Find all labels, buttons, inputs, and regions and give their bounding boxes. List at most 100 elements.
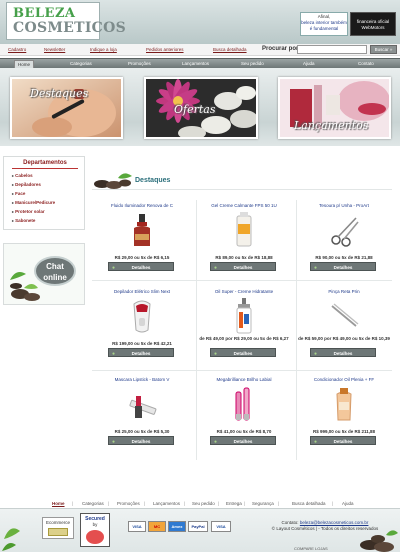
product-name[interactable]: Gel Creme Calmante FPS 50 1U xyxy=(196,203,292,208)
seal-graphic xyxy=(48,528,68,536)
promo-banner-webmotors[interactable]: financeira oficial WebMotors xyxy=(350,12,396,36)
contact-email-link[interactable]: beleza@belezacosmeticos.com.br xyxy=(300,520,369,525)
details-button[interactable]: ● Detalhes xyxy=(210,348,276,357)
dept-item-manicure[interactable]: Manicure/Pedicure xyxy=(12,200,55,205)
details-label: Detalhes xyxy=(131,351,151,356)
product-image-lipstick[interactable] xyxy=(122,384,162,424)
cart-icon: ● xyxy=(112,265,116,271)
footer-link-ajuda[interactable]: Ajuda xyxy=(342,501,354,506)
footer-link-seu-pedido[interactable]: Seu pedido xyxy=(192,501,215,506)
product-image-conditioner[interactable] xyxy=(324,384,364,424)
footer-separator: | xyxy=(244,501,246,506)
nav-seu-pedido[interactable]: Seu pedido xyxy=(241,61,264,66)
footer-separator: | xyxy=(278,501,280,506)
logo-text-bottom: COSMETICOS xyxy=(13,20,127,36)
product-price: de R$ 59,00 por R$ 49,00 ou 5x de R$ 10,… xyxy=(298,336,390,341)
site-header: BELEZA COSMETICOS Afinal, beleza interio… xyxy=(0,0,400,44)
product-name[interactable]: Tesoura p/ Unha - ProArt xyxy=(296,203,392,208)
product-image-scissors[interactable] xyxy=(324,210,364,250)
nav-promocoes[interactable]: Promoções xyxy=(128,61,151,66)
product-name[interactable]: Mascara Lipstick - Batom V xyxy=(94,377,190,382)
nav-ajuda[interactable]: Ajuda xyxy=(303,61,315,66)
details-button[interactable]: ● Detalhes xyxy=(310,348,376,357)
link-busca-detalhada[interactable]: Busca detalhada xyxy=(213,47,247,52)
product-price: R$ 29,00 ou 5x de R$ 6,15 xyxy=(114,255,170,260)
details-button[interactable]: ● Detalhes xyxy=(108,348,174,357)
product-image-pump-bottle[interactable] xyxy=(224,296,264,336)
footer-link-categorias[interactable]: Categorias xyxy=(82,501,104,506)
details-label: Detalhes xyxy=(233,439,253,444)
chat-online-box[interactable]: Chat online xyxy=(3,243,85,305)
product-name[interactable]: Fluido Iluminador Renova de C xyxy=(94,203,190,208)
dept-item-depiladores[interactable]: Depiladores xyxy=(12,182,41,187)
details-label: Detalhes xyxy=(233,265,253,270)
product-image-lip-gloss[interactable] xyxy=(224,384,264,424)
dept-item-face[interactable]: Face xyxy=(12,191,25,196)
product-name[interactable]: Pinça Reta Prin xyxy=(296,289,392,294)
mastercard-icon: MC xyxy=(148,521,166,532)
security-seal[interactable]: Secured by xyxy=(80,513,110,547)
store-logo[interactable]: BELEZA COSMETICOS xyxy=(6,2,126,40)
link-newsletter[interactable]: Newsletter xyxy=(44,47,65,52)
link-pedidos[interactable]: Pedidos anteriores xyxy=(146,47,184,52)
promo-banner-beauty[interactable]: Afinal, beleza interior também é fundame… xyxy=(300,12,348,36)
link-indique[interactable]: Indique a loja xyxy=(90,47,117,52)
paypal-icon: PayPal xyxy=(188,521,208,532)
footer-link-home[interactable]: Home xyxy=(52,501,65,506)
contact-label: Contato: xyxy=(281,520,299,525)
cart-icon: ● xyxy=(214,351,218,357)
details-button[interactable]: ● Detalhes xyxy=(210,262,276,271)
chat-label-line1: Chat xyxy=(46,262,64,271)
footer-link-promocoes[interactable]: Promoções xyxy=(117,501,140,506)
details-button[interactable]: ● Detalhes xyxy=(210,436,276,445)
cart-icon: ● xyxy=(214,439,218,445)
banner-destaques[interactable]: Destaques xyxy=(10,77,123,139)
promo-banner-text: beleza interior também é fundamental xyxy=(301,20,347,31)
leaves-icon xyxy=(2,528,20,551)
details-button[interactable]: ● Detalhes xyxy=(310,436,376,445)
dept-item-sabonete[interactable]: Sabonete xyxy=(12,218,35,223)
departments-box: Departamentos Cabelos Depiladores Face M… xyxy=(3,156,85,230)
footer-link-entrega[interactable]: Entrega xyxy=(226,501,242,506)
product-image-cream-tube[interactable] xyxy=(224,210,264,250)
product-name[interactable]: Condicionador Oil Plenia + FF xyxy=(296,377,392,382)
ecommerce-seal[interactable]: Ecommerce xyxy=(42,517,74,539)
footer-separator: | xyxy=(144,501,146,506)
cart-icon: ● xyxy=(214,265,218,271)
product-image-tweezers[interactable] xyxy=(324,296,364,336)
details-label: Detalhes xyxy=(333,265,353,270)
search-button[interactable]: Buscar » xyxy=(370,45,397,54)
nav-categorias[interactable]: Categorias xyxy=(70,61,92,66)
product-name[interactable]: Oil Super - Creme Hidratante xyxy=(196,289,292,294)
footer-separator: | xyxy=(218,501,220,506)
chat-online-bubble[interactable]: Chat online xyxy=(34,256,76,286)
banner-lancamentos[interactable]: Lançamentos xyxy=(278,77,391,139)
details-button[interactable]: ● Detalhes xyxy=(108,262,174,271)
product-card: Depilador Elétrico Slim Next R$ 199,00 o… xyxy=(94,289,190,369)
product-card: Tesoura p/ Unha - ProArt R$ 90,00 ou 5x … xyxy=(296,203,392,283)
footer-link-lancamentos[interactable]: Lançamentos xyxy=(153,501,180,506)
details-label: Detalhes xyxy=(333,351,353,356)
dept-item-protetor[interactable]: Protetor solar xyxy=(12,209,45,214)
footer-link-busca[interactable]: Busca detalhada xyxy=(292,501,326,506)
product-price: R$ 89,00 ou 5x de R$ 18,88 xyxy=(215,255,273,260)
product-price: R$ 41,00 ou 5x de R$ 8,70 xyxy=(216,429,272,434)
product-image-epilator[interactable] xyxy=(122,296,162,336)
footer-link-seguranca[interactable]: Segurança xyxy=(252,501,274,506)
nav-lancamentos[interactable]: Lançamentos xyxy=(182,61,209,66)
search-input[interactable] xyxy=(297,45,367,54)
product-price: de R$ 49,00 por R$ 29,00 ou 5x de R$ 6,2… xyxy=(199,336,289,341)
banner-ofertas[interactable]: Ofertas xyxy=(144,77,258,139)
nav-contato[interactable]: Contato xyxy=(358,61,374,66)
security-seal-by: by xyxy=(92,522,98,527)
details-button[interactable]: ● Detalhes xyxy=(108,436,174,445)
details-button[interactable]: ● Detalhes xyxy=(310,262,376,271)
dept-item-cabelos[interactable]: Cabelos xyxy=(12,173,33,178)
product-name[interactable]: Depilador Elétrico Slim Next xyxy=(94,289,190,294)
cart-icon: ● xyxy=(314,265,318,271)
product-name[interactable]: Megabrilliance Brilho Labial xyxy=(196,377,292,382)
compare-lojas-badge[interactable]: COMPARE LOJAS xyxy=(294,546,340,552)
product-card: Condicionador Oil Plenia + FF R$ 999,00 … xyxy=(296,377,392,457)
product-image-fluid-bottle[interactable] xyxy=(122,210,162,250)
link-cadastro[interactable]: Cadastro xyxy=(8,47,26,52)
